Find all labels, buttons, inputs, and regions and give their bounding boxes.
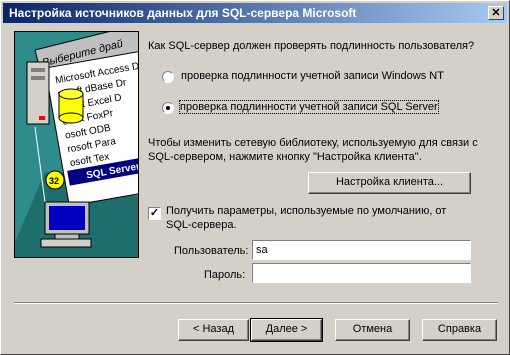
network-library-text-2: SQL-сервером, нажмите кнопку "Настройка … bbox=[148, 151, 422, 163]
dialog-window: Настройка источников данных для SQL-серв… bbox=[0, 0, 510, 355]
close-icon: ✕ bbox=[491, 7, 501, 19]
title-bar: Настройка источников данных для SQL-серв… bbox=[3, 3, 507, 23]
login-input[interactable]: sa bbox=[252, 240, 471, 260]
back-button[interactable]: < Назад bbox=[178, 319, 249, 341]
wizard-illustration: Выберите драй Microsoft Access D rosoft … bbox=[14, 31, 139, 258]
auth-question: Как SQL-сервер должен проверять подлинно… bbox=[148, 40, 475, 52]
defaults-checkbox[interactable]: ✓ bbox=[148, 207, 161, 220]
check-icon: ✓ bbox=[149, 207, 160, 219]
art-badge: 32 bbox=[49, 176, 59, 186]
radio-windows-nt[interactable] bbox=[162, 71, 174, 83]
password-label: Пароль: bbox=[204, 269, 246, 281]
login-label: Пользователь: bbox=[174, 245, 249, 257]
next-button[interactable]: Далее > bbox=[250, 318, 323, 342]
cancel-button[interactable]: Отмена bbox=[335, 319, 410, 341]
client-config-button[interactable]: Настройка клиента... bbox=[308, 172, 471, 194]
network-library-text-1: Чтобы изменить сетевую библиотеку, испол… bbox=[148, 137, 478, 149]
password-input[interactable] bbox=[252, 263, 471, 283]
defaults-checkbox-label-2[interactable]: SQL-сервера. bbox=[166, 219, 237, 231]
radio-sql-server-label[interactable]: проверка подлинности учетной записи SQL … bbox=[179, 100, 439, 114]
close-button[interactable]: ✕ bbox=[488, 6, 504, 20]
illustration-graphic: Выберите драй Microsoft Access D rosoft … bbox=[15, 32, 138, 257]
radio-sql-server[interactable] bbox=[162, 102, 174, 114]
radio-windows-nt-label[interactable]: проверка подлинности учетной записи Wind… bbox=[181, 70, 444, 82]
radio-selected-dot bbox=[166, 106, 170, 110]
button-separator bbox=[14, 302, 498, 304]
window-title: Настройка источников данных для SQL-серв… bbox=[9, 6, 357, 20]
defaults-checkbox-label-1[interactable]: Получить параметры, используемые по умол… bbox=[166, 205, 446, 217]
help-button[interactable]: Справка bbox=[422, 319, 497, 341]
